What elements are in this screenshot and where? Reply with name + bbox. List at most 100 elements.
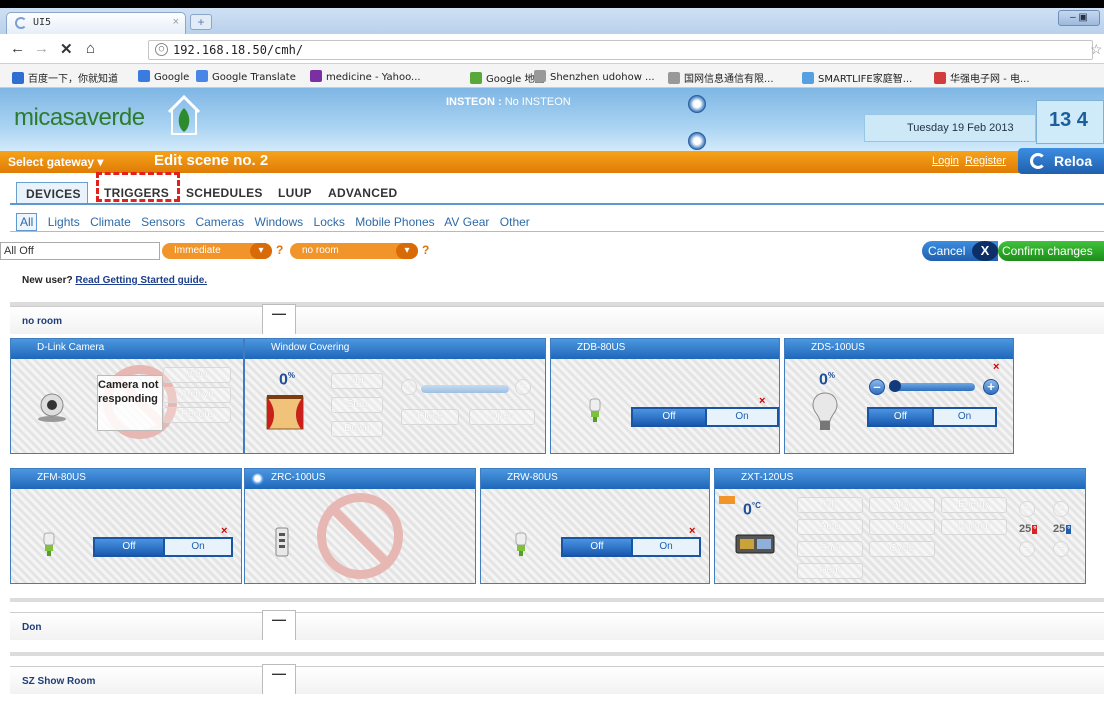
scene-title: Edit scene no. 2 xyxy=(154,152,269,169)
up-button[interactable]: Up xyxy=(331,373,383,389)
address-bar[interactable]: ○ 192.168.18.50/cmh/ xyxy=(148,40,1093,60)
reload-button[interactable]: Reloa xyxy=(1018,148,1104,174)
off-button[interactable]: Off xyxy=(869,409,932,425)
on-button[interactable]: On xyxy=(163,539,231,555)
tab-schedules[interactable]: SCHEDULES xyxy=(186,182,263,204)
bookmark-item[interactable]: Shenzhen udohow ... xyxy=(534,70,655,83)
fan-on-button[interactable]: On xyxy=(869,519,935,535)
record-button[interactable]: Record xyxy=(163,407,231,423)
fan-cycle-button[interactable]: Cycle xyxy=(869,541,935,557)
subtab-climate[interactable]: Climate xyxy=(90,215,131,229)
subtab-cameras[interactable]: Cameras xyxy=(195,215,244,229)
on-off-toggle[interactable]: Off On xyxy=(93,537,233,557)
new-tab-button[interactable]: + xyxy=(190,14,212,30)
dimmer-slider[interactable] xyxy=(889,383,975,391)
subtab-windows[interactable]: Windows xyxy=(255,215,304,229)
subtab-all[interactable]: All xyxy=(16,213,38,231)
normal-button[interactable]: Normal xyxy=(941,519,1007,535)
bookmark-item[interactable]: medicine - Yahoo... xyxy=(310,70,421,83)
all-off-field[interactable]: All Off xyxy=(0,242,160,260)
bookmark-icon xyxy=(310,70,322,82)
on-button[interactable]: On xyxy=(705,409,777,425)
reload-icon xyxy=(1030,153,1046,169)
scroll-down-icon[interactable] xyxy=(688,132,706,150)
down-button[interactable]: Down xyxy=(331,421,383,437)
cool-minus-icon[interactable]: – xyxy=(1053,541,1069,557)
on-button[interactable]: On xyxy=(631,539,699,555)
getting-started-link[interactable]: Read Getting Started guide. xyxy=(75,275,207,286)
login-link[interactable]: Login xyxy=(932,155,959,167)
on-button[interactable]: On xyxy=(932,409,995,425)
off-button[interactable]: Off xyxy=(95,539,163,555)
subtab-av-gear[interactable]: AV Gear xyxy=(444,215,489,229)
collapse-button[interactable]: — xyxy=(262,664,296,694)
window-slider[interactable] xyxy=(421,385,509,393)
help-icon[interactable]: ? xyxy=(422,243,429,257)
cool-plus-icon[interactable]: + xyxy=(1053,501,1069,517)
plus-icon[interactable]: + xyxy=(983,379,999,395)
on-off-toggle[interactable]: Off On xyxy=(631,407,779,427)
home-icon[interactable]: ⌂ xyxy=(86,40,95,57)
subtab-sensors[interactable]: Sensors xyxy=(141,215,185,229)
open-button[interactable]: Open xyxy=(469,409,535,425)
subtab-locks[interactable]: Locks xyxy=(314,215,345,229)
close-icon[interactable]: X xyxy=(972,241,998,261)
collapse-button[interactable]: — xyxy=(262,304,296,334)
bookmark-item[interactable]: Google Translate xyxy=(196,70,296,83)
scroll-up-icon[interactable] xyxy=(688,95,706,113)
heat-plus-icon[interactable]: + xyxy=(1019,501,1035,517)
camera-status: Camera not responding xyxy=(97,375,163,431)
tab-devices[interactable]: DEVICES xyxy=(16,182,88,204)
tab-luup[interactable]: LUUP xyxy=(278,182,312,204)
chevron-down-icon[interactable]: ▾ xyxy=(250,243,272,259)
close-button[interactable]: Close xyxy=(401,409,459,425)
chevron-down-icon[interactable]: ▾ xyxy=(396,243,418,259)
stop-button[interactable]: Stop xyxy=(331,397,383,413)
cfl-bulb-icon xyxy=(589,398,601,422)
tab-advanced[interactable]: ADVANCED xyxy=(328,182,398,204)
archive-button[interactable]: Archive xyxy=(163,387,231,403)
register-link[interactable]: Register xyxy=(965,155,1006,167)
subtab-lights[interactable]: Lights xyxy=(48,215,80,229)
delete-icon[interactable]: × xyxy=(689,525,695,537)
minus-icon[interactable]: – xyxy=(401,379,417,395)
help-icon[interactable]: ? xyxy=(276,243,283,257)
minus-icon[interactable]: – xyxy=(869,379,885,395)
delete-icon[interactable]: × xyxy=(759,395,765,407)
off-button[interactable]: Off xyxy=(633,409,705,425)
subtab-other[interactable]: Other xyxy=(500,215,530,229)
mode-cool-button[interactable]: Cool xyxy=(797,541,863,557)
on-off-toggle[interactable]: Off On xyxy=(561,537,701,557)
bookmark-item[interactable]: Google xyxy=(138,70,189,83)
tab-close-icon[interactable]: × xyxy=(173,16,179,28)
no-signal-icon xyxy=(317,493,403,579)
energy-button[interactable]: Energy xyxy=(941,497,1007,513)
mode-auto-button[interactable]: Auto xyxy=(797,519,863,535)
off-button[interactable]: Off xyxy=(563,539,631,555)
fan-auto-button[interactable]: Auto xyxy=(869,497,935,513)
confirm-changes-button[interactable]: Confirm changes xyxy=(998,241,1104,261)
subtab-mobile-phones[interactable]: Mobile Phones xyxy=(355,215,434,229)
heat-minus-icon[interactable]: – xyxy=(1019,541,1035,557)
mode-heat-button[interactable]: Heat xyxy=(797,563,863,579)
stop-icon[interactable]: ✕ xyxy=(60,40,73,58)
window-controls[interactable]: – ▣ xyxy=(1058,10,1100,26)
mode-off-button[interactable]: Off xyxy=(797,497,863,513)
bookmark-star-icon[interactable]: ☆ xyxy=(1090,41,1103,58)
collapse-button[interactable]: — xyxy=(262,610,296,640)
bookmark-item[interactable]: 华强电子网 - 电... xyxy=(934,70,1030,85)
on-off-toggle[interactable]: Off On xyxy=(867,407,997,427)
browser-tab[interactable]: UI5 × xyxy=(6,12,186,34)
delete-icon[interactable]: × xyxy=(993,361,999,373)
view-button[interactable]: View xyxy=(163,367,231,383)
select-gateway-dropdown[interactable]: Select gateway ▾ xyxy=(8,155,103,169)
room-name: no room xyxy=(22,316,62,327)
plus-icon[interactable]: + xyxy=(515,379,531,395)
delete-icon[interactable]: × xyxy=(221,525,227,537)
forward-icon[interactable]: → xyxy=(34,40,49,57)
bookmark-item[interactable]: SMARTLIFE家庭智... xyxy=(802,70,912,85)
bookmark-item[interactable]: 百度一下，你就知道 xyxy=(12,70,118,85)
bookmark-item[interactable]: 国网信息通信有限... xyxy=(668,70,774,85)
slider-handle[interactable] xyxy=(889,380,901,392)
back-icon[interactable]: ← xyxy=(10,40,25,57)
